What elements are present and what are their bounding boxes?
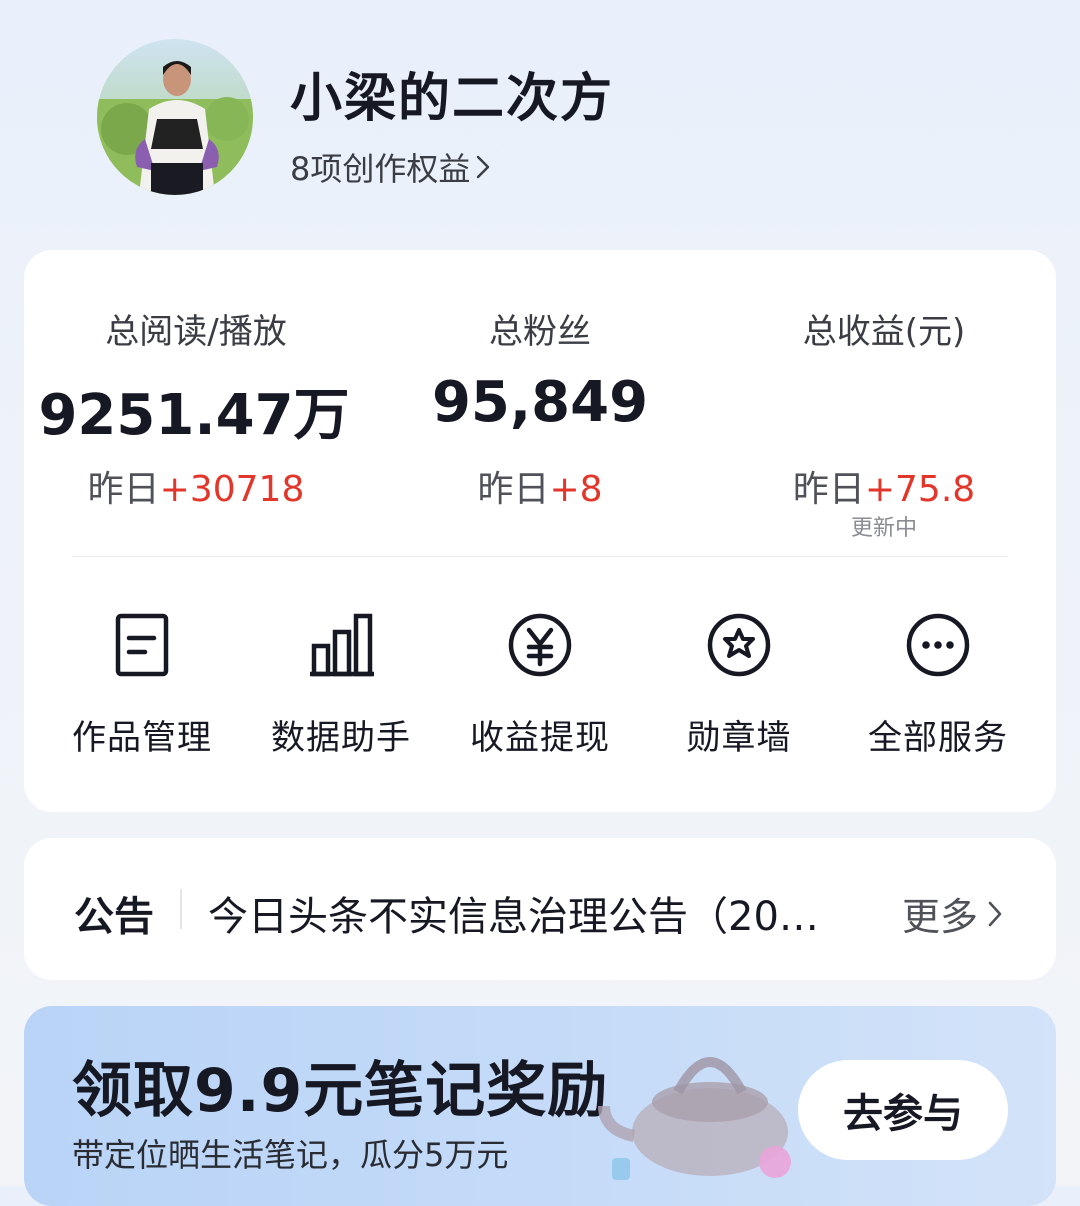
earnings-updating-note: 更新中 bbox=[850, 516, 917, 541]
creator-rights-label: 8项创作权益 bbox=[290, 150, 471, 188]
stat-delta-value: +30718 bbox=[159, 469, 305, 510]
service-medal-wall[interactable]: 勋章墙 bbox=[644, 610, 834, 759]
stat-value-reads[interactable]: 9251.47万 bbox=[24, 370, 364, 451]
stat-delta-reads: 昨日+30718 bbox=[36, 460, 356, 512]
join-button[interactable]: 去参与 bbox=[798, 1060, 1008, 1160]
service-earnings-withdraw[interactable]: 收益提现 bbox=[445, 610, 635, 759]
service-all-services[interactable]: 全部服务 bbox=[843, 610, 1033, 759]
teapot-illustration-icon bbox=[598, 1057, 791, 1180]
stat-label-reads: 总阅读/播放 bbox=[105, 312, 287, 352]
chevron-right-icon bbox=[988, 901, 1002, 926]
stat-delta-value: +75.8 bbox=[864, 469, 976, 510]
service-label: 全部服务 bbox=[868, 718, 1008, 758]
username: 小梁的二次方 bbox=[290, 69, 615, 129]
user-avatar-photo bbox=[97, 39, 253, 195]
stat-delta-earnings: 昨日+75.8 bbox=[724, 460, 1044, 512]
promo-subtitle: 带定位晒生活笔记，瓜分5万元 bbox=[72, 1136, 509, 1174]
stat-delta-fans: 昨日+8 bbox=[380, 460, 700, 512]
service-label: 收益提现 bbox=[470, 718, 610, 758]
announcement-more-link[interactable]: 更多 bbox=[902, 886, 1002, 941]
stat-delta-prefix: 昨日 bbox=[477, 469, 550, 510]
avatar[interactable] bbox=[97, 39, 253, 195]
creator-rights-link[interactable]: 8项创作权益 bbox=[290, 144, 490, 190]
service-data-assistant[interactable]: 数据助手 bbox=[246, 610, 436, 759]
medal-star-icon bbox=[707, 613, 771, 677]
stat-delta-prefix: 昨日 bbox=[792, 469, 865, 510]
service-label: 作品管理 bbox=[72, 718, 212, 758]
service-label: 数据助手 bbox=[271, 718, 411, 758]
service-works-management[interactable]: 作品管理 bbox=[47, 610, 237, 759]
announcement-divider bbox=[180, 889, 182, 929]
stat-delta-value: +8 bbox=[549, 469, 603, 510]
stat-delta-prefix: 昨日 bbox=[87, 469, 160, 510]
announcement-text[interactable]: 今日头条不实信息治理公告（20… bbox=[208, 884, 853, 942]
yuan-coin-icon bbox=[508, 613, 572, 677]
promo-title: 领取9.9元笔记奖励 bbox=[72, 1056, 609, 1126]
more-label: 更多 bbox=[902, 895, 979, 939]
stat-label-fans: 总粉丝 bbox=[489, 312, 591, 352]
stat-value-fans[interactable]: 95,849 bbox=[370, 370, 710, 435]
announcement-tag: 公告 bbox=[74, 894, 154, 940]
more-dots-icon bbox=[906, 613, 970, 677]
stat-label-earnings: 总收益(元) bbox=[802, 312, 966, 352]
stats-divider bbox=[72, 556, 1008, 557]
chevron-right-icon bbox=[477, 155, 490, 179]
document-icon bbox=[115, 613, 169, 677]
service-label: 勋章墙 bbox=[686, 718, 792, 758]
bar-chart-icon bbox=[310, 613, 374, 677]
